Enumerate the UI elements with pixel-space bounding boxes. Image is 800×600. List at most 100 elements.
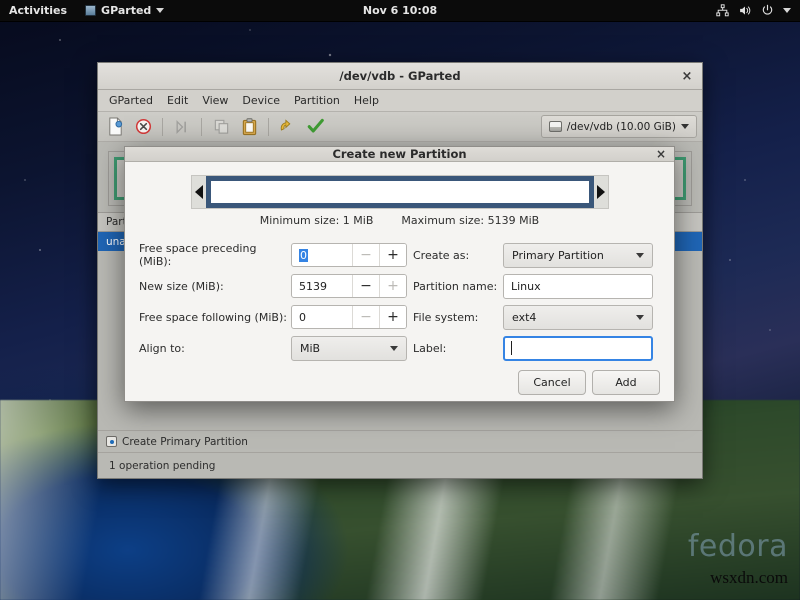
dialog-content: Minimum size: 1 MiB Maximum size: 5139 M… xyxy=(125,162,674,364)
file-system-dropdown[interactable]: ext4 xyxy=(503,304,653,330)
free-space-following-spinner[interactable]: 0 − + xyxy=(291,305,407,329)
volume-icon[interactable] xyxy=(738,4,752,17)
new-size-decrement[interactable]: − xyxy=(352,275,379,297)
toolbar-separator xyxy=(268,117,269,136)
cancel-button[interactable]: Cancel xyxy=(518,370,586,395)
activities-button[interactable]: Activities xyxy=(0,4,77,17)
size-range-labels: Minimum size: 1 MiB Maximum size: 5139 M… xyxy=(139,214,660,227)
pending-operation-item[interactable]: Create Primary Partition xyxy=(98,430,702,452)
new-size-spinner[interactable]: 5139 − + xyxy=(291,274,407,298)
gparted-titlebar: /dev/vdb - GParted × xyxy=(98,63,702,90)
chevron-down-icon xyxy=(681,124,689,129)
create-as-dropdown[interactable]: Primary Partition xyxy=(503,242,653,268)
maximum-size-label: Maximum size: 5139 MiB xyxy=(401,214,540,227)
site-watermark: wsxdn.com xyxy=(710,568,788,587)
menu-item-gparted[interactable]: GParted xyxy=(102,92,160,109)
partition-size-widget[interactable] xyxy=(190,175,609,209)
status-text: 1 operation pending xyxy=(109,459,216,472)
file-system-value: ext4 xyxy=(512,310,537,324)
gparted-menubar: GParted Edit View Device Partition Help xyxy=(98,90,702,112)
desktop: fedora wsxdn.com Activities GParted Nov … xyxy=(0,0,800,600)
new-size-input[interactable]: 5139 xyxy=(292,280,352,293)
close-icon[interactable]: × xyxy=(679,68,695,84)
label-free-space-following: Free space following (MiB): xyxy=(139,310,287,324)
field-file-system: File system: ext4 xyxy=(413,302,660,332)
gparted-toolbar: /dev/vdb (10.00 GiB) xyxy=(98,112,702,142)
disk-icon xyxy=(548,121,562,132)
field-align-to: Align to: MiB xyxy=(139,333,407,363)
align-to-value: MiB xyxy=(300,341,321,355)
add-button[interactable]: Add xyxy=(592,370,660,395)
copy-icon xyxy=(208,115,234,139)
free-space-preceding-spinner[interactable]: 0 − + xyxy=(291,243,407,267)
delete-partition-icon[interactable] xyxy=(130,115,156,139)
chevron-down-icon xyxy=(636,314,644,320)
chevron-down-icon xyxy=(636,252,644,258)
field-free-space-preceding: Free space preceding (MiB): 0 − + xyxy=(139,240,407,270)
system-tray[interactable] xyxy=(716,4,800,17)
create-as-value: Primary Partition xyxy=(512,248,604,262)
partition-size-widget-row xyxy=(139,175,660,209)
gparted-app-icon xyxy=(85,5,97,16)
toolbar-separator xyxy=(162,117,163,136)
status-bar: 1 operation pending xyxy=(98,452,702,478)
free-space-following-input[interactable]: 0 xyxy=(292,311,352,324)
dialog-action-buttons: Cancel Add xyxy=(125,370,674,405)
field-create-as: Create as: Primary Partition xyxy=(413,240,660,270)
gnome-top-bar: Activities GParted Nov 6 10:08 xyxy=(0,0,800,22)
device-selector[interactable]: /dev/vdb (10.00 GiB) xyxy=(540,115,697,138)
label-input[interactable] xyxy=(503,335,653,361)
fedora-watermark: fedora xyxy=(687,529,788,564)
label-align-to: Align to: xyxy=(139,341,185,355)
paste-icon[interactable] xyxy=(236,115,262,139)
label-file-system: File system: xyxy=(413,310,479,324)
form-column-right: Create as: Primary Partition Partition n… xyxy=(413,240,660,364)
close-icon[interactable]: × xyxy=(656,147,666,161)
resize-handle-right[interactable] xyxy=(593,176,608,208)
label-free-space-preceding: Free space preceding (MiB): xyxy=(139,242,257,268)
text-cursor xyxy=(511,341,512,355)
undo-icon[interactable] xyxy=(275,115,301,139)
partition-name-input[interactable]: Linux xyxy=(503,273,653,299)
resize-move-icon xyxy=(169,115,195,139)
menu-item-view[interactable]: View xyxy=(195,92,235,109)
partition-size-bar[interactable] xyxy=(205,176,594,208)
free-space-preceding-increment[interactable]: + xyxy=(379,244,406,266)
toolbar-separator xyxy=(201,117,202,136)
field-new-size: New size (MiB): 5139 − + xyxy=(139,271,407,301)
menu-item-partition[interactable]: Partition xyxy=(287,92,347,109)
new-size-increment[interactable]: + xyxy=(379,275,406,297)
chevron-down-icon xyxy=(390,345,398,351)
apply-icon[interactable] xyxy=(303,115,329,139)
free-space-preceding-decrement[interactable]: − xyxy=(352,244,379,266)
free-space-preceding-input[interactable]: 0 xyxy=(292,248,352,262)
label-label: Label: xyxy=(413,341,447,355)
pending-operation-label: Create Primary Partition xyxy=(122,435,248,448)
minimum-size-label: Minimum size: 1 MiB xyxy=(259,214,374,227)
gparted-window-title: /dev/vdb - GParted xyxy=(339,69,461,83)
field-free-space-following: Free space following (MiB): 0 − + xyxy=(139,302,407,332)
menu-item-help[interactable]: Help xyxy=(347,92,386,109)
new-partition-icon[interactable] xyxy=(102,115,128,139)
power-icon[interactable] xyxy=(761,4,774,17)
menu-item-device[interactable]: Device xyxy=(235,92,287,109)
dialog-title: Create new Partition xyxy=(332,147,467,161)
field-partition-name: Partition name: Linux xyxy=(413,271,660,301)
chevron-down-icon[interactable] xyxy=(783,8,791,13)
chevron-down-icon xyxy=(156,8,165,13)
label-partition-name: Partition name: xyxy=(413,279,498,293)
field-label: Label: xyxy=(413,333,660,363)
resize-handle-left[interactable] xyxy=(191,176,206,208)
dialog-form: Free space preceding (MiB): 0 − + New si… xyxy=(139,240,660,364)
app-menu-label: GParted xyxy=(101,4,152,17)
label-new-size: New size (MiB): xyxy=(139,279,224,293)
app-menu-button[interactable]: GParted xyxy=(77,4,172,17)
free-space-following-increment[interactable]: + xyxy=(379,306,406,328)
dialog-titlebar: Create new Partition × xyxy=(125,147,674,162)
align-to-dropdown[interactable]: MiB xyxy=(291,335,407,361)
create-new-partition-dialog: Create new Partition × Minimum size: 1 M… xyxy=(124,146,675,402)
network-icon[interactable] xyxy=(716,4,729,17)
free-space-following-decrement[interactable]: − xyxy=(352,306,379,328)
operation-icon xyxy=(106,436,117,447)
menu-item-edit[interactable]: Edit xyxy=(160,92,195,109)
